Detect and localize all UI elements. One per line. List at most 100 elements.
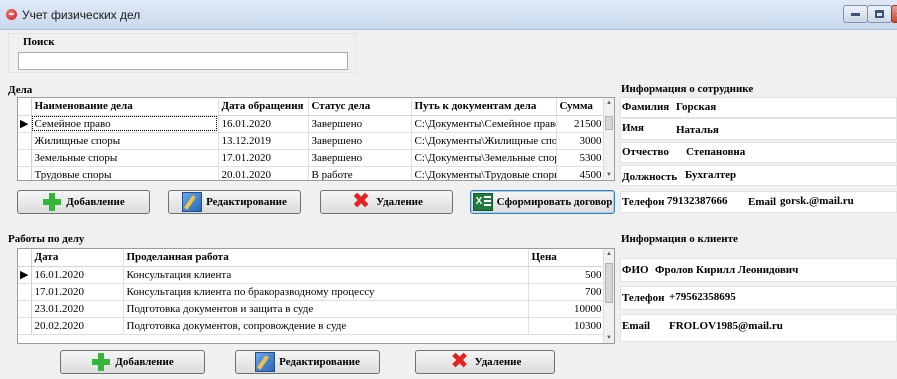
table-row[interactable]: Трудовые споры 20.01.2020 В работе C:\До…	[18, 166, 606, 180]
scroll-down-icon[interactable]: ▼	[606, 172, 612, 178]
generate-contract-button[interactable]: X Сформировать договор	[470, 190, 615, 214]
client-fio-value: Фролов Кирилл Леонидович	[655, 264, 799, 276]
works-label: Работы по делу	[8, 233, 85, 245]
cases-label: Дела	[8, 84, 33, 96]
work-date-cell[interactable]: 17.01.2020	[31, 283, 124, 301]
minimize-button[interactable]	[843, 5, 868, 23]
employee-phone-label: Телефон	[622, 196, 665, 208]
row-header	[18, 149, 32, 167]
works-header-row: Дата Проделанная работа Цена	[18, 249, 606, 267]
works-grid[interactable]: Дата Проделанная работа Цена ▶ 16.01.202…	[17, 248, 615, 344]
case-edit-label: Редактирование	[206, 196, 287, 208]
scroll-thumb[interactable]	[605, 263, 613, 303]
work-delete-button[interactable]: ✖ Удаление	[415, 350, 555, 374]
employee-section-label: Информация о сотруднике	[621, 83, 754, 95]
edit-icon	[255, 352, 276, 372]
employee-email-value: gorsk.@mail.ru	[780, 195, 854, 207]
work-price-cell[interactable]: 500	[528, 266, 606, 284]
table-row[interactable]: 20.02.2020 Подготовка документов, сопров…	[18, 317, 606, 335]
cases-grid[interactable]: Наименование дела Дата обращения Статус …	[17, 97, 615, 181]
case-path-cell[interactable]: C:\Документы\Жилищные споры	[411, 132, 557, 150]
work-description-cell[interactable]: Консультация клиента	[123, 266, 529, 284]
generate-contract-label: Сформировать договор	[496, 196, 613, 208]
employee-position-label: Должность	[622, 171, 678, 183]
column-header-sum[interactable]: Сумма	[556, 98, 606, 116]
case-path-cell[interactable]: C:\Документы\Земельные споры	[411, 149, 557, 167]
row-header-corner	[18, 98, 32, 116]
table-row[interactable]: ▶ Семейное право 16.01.2020 Завершено C:…	[18, 115, 606, 133]
column-header-status[interactable]: Статус дела	[308, 98, 412, 116]
case-status-cell[interactable]: Завершено	[308, 149, 412, 167]
scroll-up-icon[interactable]: ▲	[606, 251, 612, 257]
case-add-button[interactable]: Добавление	[17, 190, 150, 214]
maximize-button[interactable]	[867, 5, 892, 23]
case-name-cell[interactable]: Жилищные споры	[31, 132, 219, 150]
column-header-work[interactable]: Проделанная работа	[123, 249, 529, 267]
table-row[interactable]: Земельные споры 17.01.2020 Завершено C:\…	[18, 149, 606, 167]
delete-cross-icon: ✖	[351, 190, 371, 214]
employee-surname-value: Горская	[676, 101, 717, 113]
table-row[interactable]: Жилищные споры 13.12.2019 Завершено C:\Д…	[18, 132, 606, 150]
column-header-date[interactable]: Дата обращения	[218, 98, 309, 116]
column-header-path[interactable]: Путь к документам дела	[411, 98, 557, 116]
case-date-cell[interactable]: 20.01.2020	[218, 166, 309, 180]
client-phone-label: Телефон	[622, 292, 665, 304]
case-sum-cell[interactable]: 3000	[556, 132, 606, 150]
case-date-cell[interactable]: 17.01.2020	[218, 149, 309, 167]
case-status-cell[interactable]: Завершено	[308, 115, 412, 133]
app-icon	[6, 9, 17, 20]
column-header-date[interactable]: Дата	[31, 249, 124, 267]
case-name-cell[interactable]: Земельные споры	[31, 149, 219, 167]
column-header-price[interactable]: Цена	[528, 249, 606, 267]
work-add-button[interactable]: Добавление	[60, 350, 205, 374]
row-header	[18, 283, 32, 301]
case-sum-cell[interactable]: 5300	[556, 149, 606, 167]
case-date-cell[interactable]: 13.12.2019	[218, 132, 309, 150]
excel-icon: X	[472, 193, 493, 211]
current-row-marker: ▶	[18, 115, 32, 133]
work-date-cell[interactable]: 20.02.2020	[31, 317, 124, 335]
case-path-cell[interactable]: C:\Документы\Трудовые споры	[411, 166, 557, 180]
column-header-name[interactable]: Наименование дела	[31, 98, 219, 116]
employee-name-label: Имя	[622, 122, 644, 134]
works-scrollbar[interactable]: ▲ ▼	[603, 249, 614, 343]
row-header	[18, 300, 32, 318]
case-sum-cell[interactable]: 21500	[556, 115, 606, 133]
work-add-label: Добавление	[115, 356, 174, 368]
scroll-down-icon[interactable]: ▼	[606, 335, 612, 341]
work-edit-button[interactable]: Редактирование	[235, 350, 380, 374]
close-button[interactable]: ×	[891, 5, 897, 23]
client-email-value: FROLOV1985@mail.ru	[669, 320, 783, 332]
case-delete-label: Удаление	[376, 196, 423, 208]
work-price-cell[interactable]: 10000	[528, 300, 606, 318]
work-description-cell[interactable]: Подготовка документов, сопровождение в с…	[123, 317, 529, 335]
case-edit-button[interactable]: Редактирование	[168, 190, 301, 214]
delete-cross-icon: ✖	[450, 350, 469, 374]
case-date-cell[interactable]: 16.01.2020	[218, 115, 309, 133]
table-row[interactable]: 17.01.2020 Консультация клиента по брако…	[18, 283, 606, 301]
case-status-cell[interactable]: В работе	[308, 166, 412, 180]
scroll-up-icon[interactable]: ▲	[606, 100, 612, 106]
search-input[interactable]	[18, 52, 348, 70]
employee-patronymic-label: Отчество	[622, 146, 669, 158]
work-price-cell[interactable]: 10300	[528, 317, 606, 335]
case-status-cell[interactable]: Завершено	[308, 132, 412, 150]
work-date-cell[interactable]: 16.01.2020	[31, 266, 124, 284]
case-name-cell[interactable]: Трудовые споры	[31, 166, 219, 180]
cases-scrollbar[interactable]: ▲ ▼	[603, 98, 614, 180]
employee-surname-label: Фамилия	[622, 101, 670, 113]
case-sum-cell[interactable]: 4500	[556, 166, 606, 180]
case-delete-button[interactable]: ✖ Удаление	[320, 190, 453, 214]
case-name-cell[interactable]: Семейное право	[31, 115, 219, 133]
work-price-cell[interactable]: 700	[528, 283, 606, 301]
work-date-cell[interactable]: 23.01.2020	[31, 300, 124, 318]
table-row[interactable]: 23.01.2020 Подготовка документов и защит…	[18, 300, 606, 318]
table-row[interactable]: ▶ 16.01.2020 Консультация клиента 500	[18, 266, 606, 284]
employee-patronymic-value: Степановна	[686, 146, 746, 158]
work-description-cell[interactable]: Подготовка документов и защита в суде	[123, 300, 529, 318]
maximize-icon	[875, 10, 884, 18]
scroll-thumb[interactable]	[605, 116, 613, 130]
search-label: Поиск	[23, 36, 55, 48]
work-description-cell[interactable]: Консультация клиента по бракоразводному …	[123, 283, 529, 301]
case-path-cell[interactable]: C:\Документы\Семейное право\	[411, 115, 557, 133]
